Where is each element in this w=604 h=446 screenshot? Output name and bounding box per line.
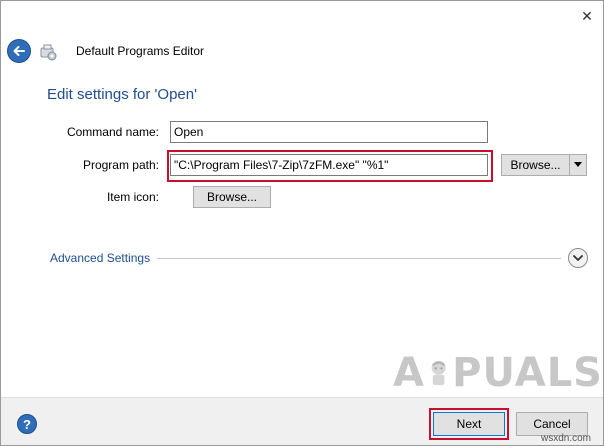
advanced-settings-divider <box>157 258 561 259</box>
default-programs-icon <box>38 42 58 62</box>
program-path-field[interactable]: "C:\Program Files\7-Zip\7zFM.exe" "%1" <box>170 154 488 176</box>
advanced-settings-link[interactable]: Advanced Settings <box>50 251 150 265</box>
mascot-logo-icon <box>431 360 446 386</box>
dialog-window: ✕ Default Programs Editor Edit settings … <box>0 0 604 446</box>
item-icon-browse-button[interactable]: Browse... <box>193 186 271 208</box>
item-icon-label: Item icon: <box>106 190 159 204</box>
help-button[interactable]: ? <box>17 414 37 434</box>
program-path-browse-button[interactable]: Browse... <box>501 154 587 176</box>
browse-dropdown-arrow[interactable] <box>570 155 586 175</box>
browse-button-label[interactable]: Browse... <box>502 155 570 175</box>
appuals-watermark: A PUALS <box>393 350 603 396</box>
advanced-settings-expand-button[interactable] <box>568 248 588 268</box>
command-name-label: Command name: <box>66 125 159 139</box>
chevron-down-icon <box>574 162 582 167</box>
dialog-footer: ? Next Cancel <box>1 397 603 445</box>
window-title: Default Programs Editor <box>76 44 205 58</box>
back-arrow-icon <box>13 46 25 56</box>
close-icon: ✕ <box>581 7 593 24</box>
back-button[interactable] <box>7 39 31 63</box>
page-title: Edit settings for 'Open' <box>47 86 197 103</box>
help-icon: ? <box>23 416 31 432</box>
close-button[interactable]: ✕ <box>575 5 599 27</box>
command-name-field[interactable]: Open <box>170 121 488 143</box>
source-watermark: wsxdn.com <box>541 433 592 444</box>
next-button[interactable]: Next <box>433 412 505 436</box>
program-path-label: Program path: <box>82 158 159 172</box>
chevron-down-icon <box>573 255 583 261</box>
